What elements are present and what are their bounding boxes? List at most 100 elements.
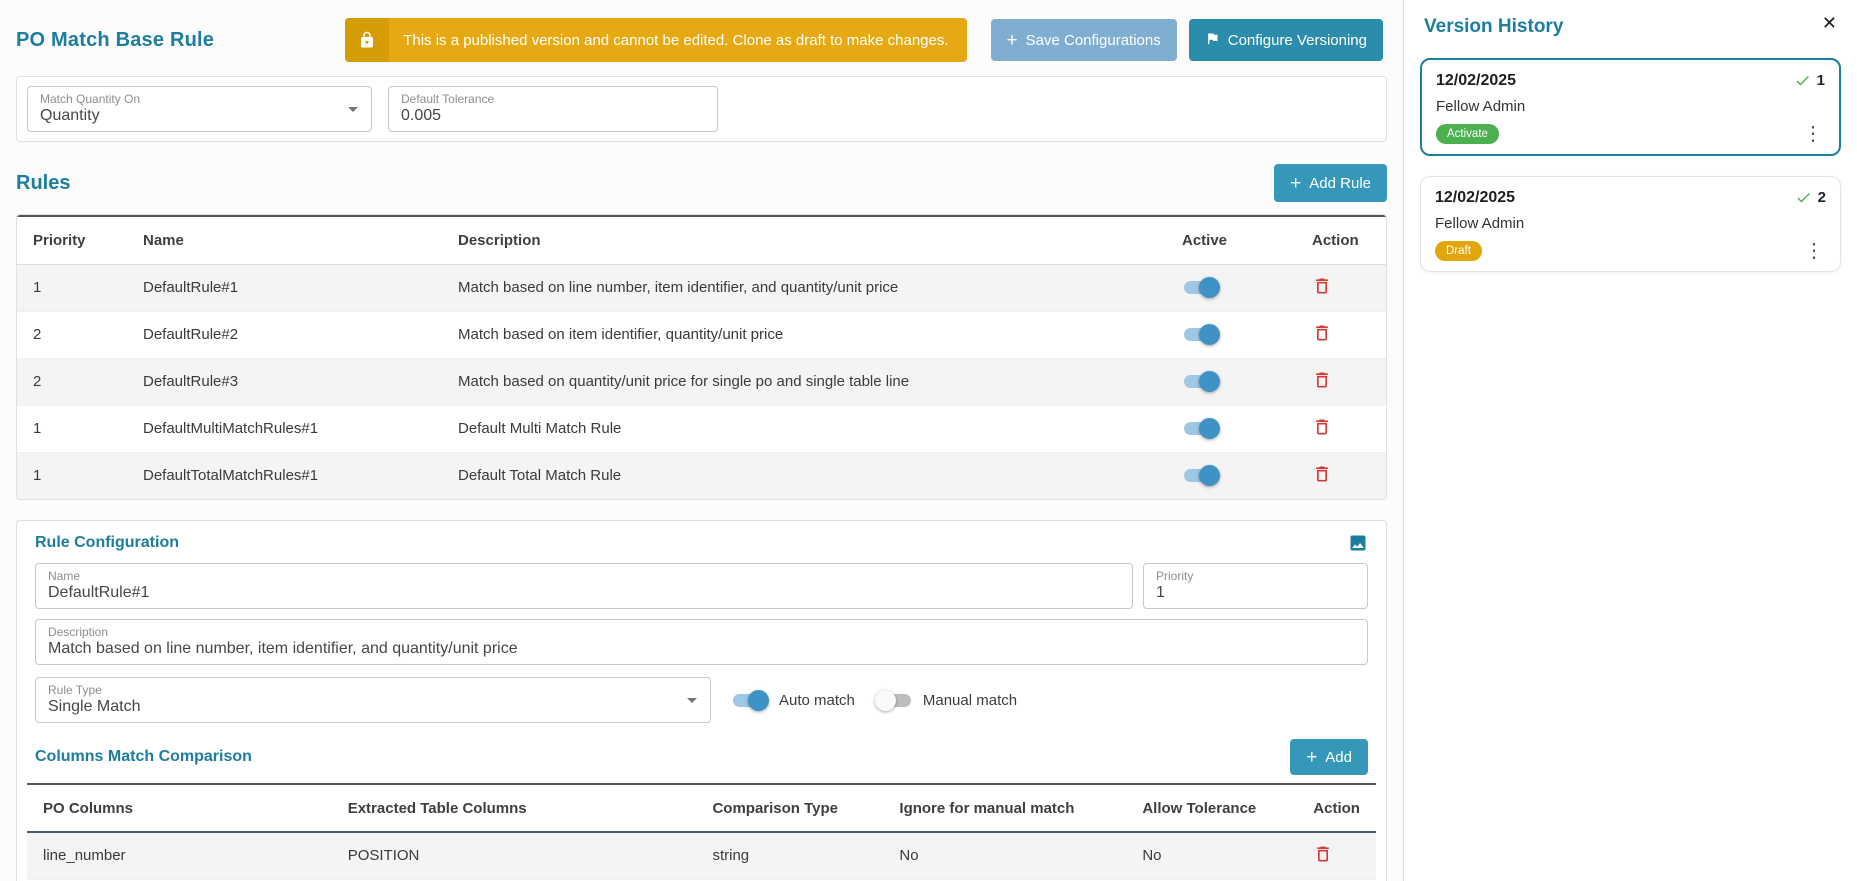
trash-icon (1312, 464, 1332, 484)
configure-versioning-label: Configure Versioning (1228, 32, 1367, 49)
manual-match-toggle-group: Manual match (875, 690, 1017, 711)
close-icon[interactable]: ✕ (1818, 12, 1841, 34)
rule-type-value: Single Match (48, 697, 698, 717)
rule-action-cell (1296, 405, 1386, 452)
allow-tolerance-cell: No (1126, 832, 1297, 879)
rule-active-cell (1166, 452, 1296, 499)
page-title: PO Match Base Rule (16, 29, 214, 52)
comparison-table-header-row: PO Columns Extracted Table Columns Compa… (27, 784, 1376, 832)
rule-priority-label: Priority (1156, 569, 1355, 583)
topbar-actions: + Save Configurations Configure Versioni… (991, 19, 1383, 61)
add-rule-button[interactable]: + Add Rule (1274, 164, 1387, 202)
match-quantity-on-select[interactable]: Match Quantity On Quantity (27, 86, 372, 132)
rule-active-cell (1166, 311, 1296, 358)
preview-image-button[interactable] (1348, 533, 1368, 553)
rule-action-cell (1296, 358, 1386, 405)
add-comparison-label: Add (1325, 749, 1352, 766)
version-number-row: 2 (1795, 189, 1826, 206)
version-menu-button[interactable]: ⋮ (1801, 124, 1825, 144)
rule-row[interactable]: 2 DefaultRule#3 Match based on quantity/… (17, 358, 1386, 405)
delete-rule-button[interactable] (1312, 323, 1332, 343)
rule-name-input[interactable]: Name DefaultRule#1 (35, 563, 1133, 609)
delete-rule-button[interactable] (1312, 370, 1332, 390)
add-rule-label: Add Rule (1309, 175, 1371, 192)
delete-rule-button[interactable] (1312, 464, 1332, 484)
rule-priority-input[interactable]: Priority 1 (1143, 563, 1368, 609)
rule-active-cell (1166, 405, 1296, 452)
version-card[interactable]: 12/02/2025 Fellow Admin Activate 1 ⋮ (1420, 58, 1841, 156)
rule-priority-cell: 1 (17, 452, 127, 499)
columns-match-comparison-title: Columns Match Comparison (35, 748, 252, 766)
comparison-action-cell (1297, 832, 1376, 879)
delete-comparison-button[interactable] (1313, 844, 1333, 864)
rule-type-select[interactable]: Rule Type Single Match (35, 677, 711, 723)
comparison-table-body: line_number POSITION string No No item_i… (27, 832, 1376, 881)
delete-rule-button[interactable] (1312, 417, 1332, 437)
rule-description-label: Description (48, 625, 1355, 639)
rule-configuration-title: Rule Configuration (35, 534, 179, 552)
add-comparison-button[interactable]: + Add (1290, 739, 1368, 775)
rule-active-cell (1166, 264, 1296, 311)
col-active: Active (1166, 216, 1296, 264)
columns-match-comparison-header: Columns Match Comparison + Add (35, 739, 1368, 775)
rule-row[interactable]: 1 DefaultTotalMatchRules#1 Default Total… (17, 452, 1386, 499)
trash-icon (1312, 370, 1332, 390)
rule-active-toggle[interactable] (1182, 371, 1220, 392)
comparison-row[interactable]: line_number POSITION string No No (27, 832, 1376, 879)
col-po-columns: PO Columns (27, 784, 332, 832)
default-tolerance-value: 0.005 (401, 106, 705, 126)
default-tolerance-input[interactable]: Default Tolerance 0.005 (388, 86, 718, 132)
rule-priority-cell: 2 (17, 311, 127, 358)
rule-row[interactable]: 1 DefaultRule#1 Match based on line numb… (17, 264, 1386, 311)
rule-active-toggle[interactable] (1182, 277, 1220, 298)
delete-rule-button[interactable] (1312, 276, 1332, 296)
col-comparison-type: Comparison Type (696, 784, 883, 832)
rule-active-toggle[interactable] (1182, 324, 1220, 345)
version-menu-button[interactable]: ⋮ (1802, 241, 1826, 261)
comparison-table: PO Columns Extracted Table Columns Compa… (27, 783, 1376, 881)
rule-priority-cell: 1 (17, 264, 127, 311)
version-date: 12/02/2025 (1435, 189, 1515, 207)
rule-type-row: Rule Type Single Match Auto match Manual… (27, 677, 1376, 723)
rule-description-cell: Default Total Match Rule (442, 452, 1166, 499)
rule-active-toggle[interactable] (1182, 465, 1220, 486)
rule-description-cell: Default Multi Match Rule (442, 405, 1166, 452)
rules-table-body: 1 DefaultRule#1 Match based on line numb… (17, 264, 1386, 499)
version-status-badge[interactable]: Draft (1435, 241, 1482, 261)
col-action: Action (1296, 216, 1386, 264)
rules-table-header-row: Priority Name Description Active Action (17, 216, 1386, 264)
rule-name-cell: DefaultRule#1 (127, 264, 442, 311)
version-card-side: 2 ⋮ (1795, 189, 1826, 261)
auto-match-toggle-group: Auto match (731, 690, 855, 711)
version-status-badge[interactable]: Activate (1436, 124, 1499, 144)
col-extracted-columns: Extracted Table Columns (332, 784, 697, 832)
rules-table-card: Priority Name Description Active Action … (16, 214, 1387, 500)
check-icon (1794, 72, 1811, 89)
rule-priority-cell: 1 (17, 405, 127, 452)
configure-versioning-button[interactable]: Configure Versioning (1189, 19, 1383, 61)
rule-row[interactable]: 2 DefaultRule#2 Match based on item iden… (17, 311, 1386, 358)
plus-icon: + (1007, 31, 1018, 50)
save-configurations-button[interactable]: + Save Configurations (991, 19, 1177, 61)
col-priority: Priority (17, 216, 127, 264)
auto-match-toggle[interactable] (731, 690, 769, 711)
rules-heading: Rules (16, 172, 70, 195)
match-quantity-on-label: Match Quantity On (40, 92, 359, 106)
rule-active-toggle[interactable] (1182, 418, 1220, 439)
main-content: PO Match Base Rule This is a published v… (0, 0, 1403, 881)
rule-row[interactable]: 1 DefaultMultiMatchRules#1 Default Multi… (17, 405, 1386, 452)
rule-name-label: Name (48, 569, 1120, 583)
rule-type-label: Rule Type (48, 683, 698, 697)
rule-action-cell (1296, 264, 1386, 311)
default-tolerance-label: Default Tolerance (401, 92, 705, 106)
version-card-info: 12/02/2025 Fellow Admin Draft (1435, 189, 1795, 261)
version-author: Fellow Admin (1435, 215, 1524, 232)
manual-match-toggle[interactable] (875, 690, 913, 711)
version-card[interactable]: 12/02/2025 Fellow Admin Draft 2 ⋮ (1420, 176, 1841, 272)
version-number: 1 (1817, 72, 1825, 89)
version-card-side: 1 ⋮ (1794, 72, 1825, 144)
rules-table: Priority Name Description Active Action … (17, 215, 1386, 499)
col-ignore-manual: Ignore for manual match (883, 784, 1126, 832)
rule-description-value: Match based on line number, item identif… (48, 639, 1355, 659)
rule-description-input[interactable]: Description Match based on line number, … (35, 619, 1368, 665)
